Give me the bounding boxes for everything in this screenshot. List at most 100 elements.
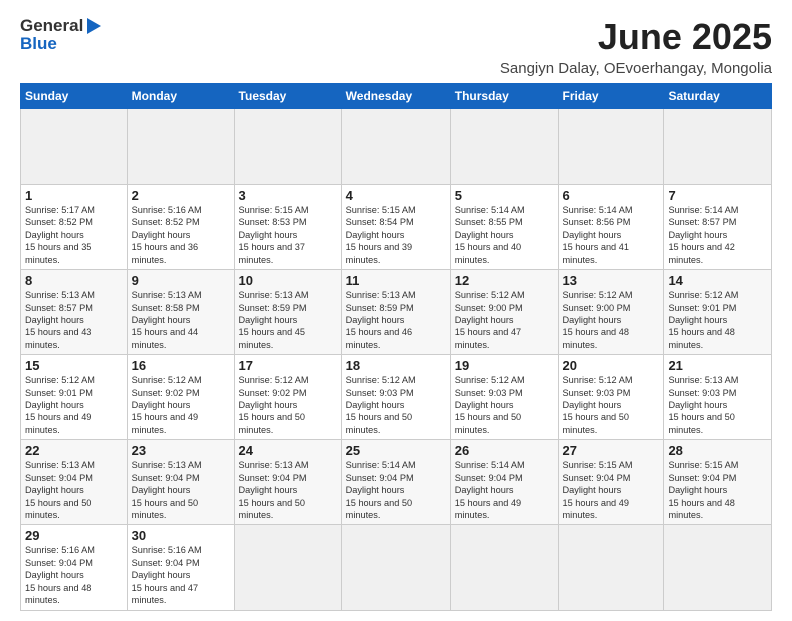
table-row	[341, 109, 450, 185]
table-row	[450, 109, 558, 185]
day-info: Sunrise: 5:14 AMSunset: 8:55 PMDaylight …	[455, 205, 525, 265]
day-info: Sunrise: 5:12 AMSunset: 9:01 PMDaylight …	[668, 290, 738, 350]
logo: General Blue	[20, 16, 101, 54]
day-number: 5	[455, 188, 554, 203]
table-row: 17 Sunrise: 5:12 AMSunset: 9:02 PMDaylig…	[234, 355, 341, 440]
table-row: 24 Sunrise: 5:13 AMSunset: 9:04 PMDaylig…	[234, 440, 341, 525]
table-row: 18 Sunrise: 5:12 AMSunset: 9:03 PMDaylig…	[341, 355, 450, 440]
table-row: 2 Sunrise: 5:16 AMSunset: 8:52 PMDayligh…	[127, 185, 234, 270]
day-info: Sunrise: 5:13 AMSunset: 8:57 PMDaylight …	[25, 290, 95, 350]
table-row	[234, 525, 341, 610]
title-area: June 2025 Sangiyn Dalay, OEvoerhangay, M…	[500, 16, 772, 77]
table-row: 1 Sunrise: 5:17 AMSunset: 8:52 PMDayligh…	[21, 185, 128, 270]
day-number: 6	[563, 188, 660, 203]
day-info: Sunrise: 5:16 AMSunset: 9:04 PMDaylight …	[132, 545, 202, 605]
day-number: 17	[239, 358, 337, 373]
table-row	[664, 525, 772, 610]
table-row: 5 Sunrise: 5:14 AMSunset: 8:55 PMDayligh…	[450, 185, 558, 270]
day-info: Sunrise: 5:15 AMSunset: 9:04 PMDaylight …	[563, 460, 633, 520]
table-row	[450, 525, 558, 610]
table-row: 9 Sunrise: 5:13 AMSunset: 8:58 PMDayligh…	[127, 270, 234, 355]
table-row	[341, 525, 450, 610]
table-row: 7 Sunrise: 5:14 AMSunset: 8:57 PMDayligh…	[664, 185, 772, 270]
day-info: Sunrise: 5:15 AMSunset: 8:54 PMDaylight …	[346, 205, 416, 265]
col-sunday: Sunday	[21, 84, 128, 109]
day-info: Sunrise: 5:14 AMSunset: 8:56 PMDaylight …	[563, 205, 633, 265]
col-monday: Monday	[127, 84, 234, 109]
day-number: 21	[668, 358, 767, 373]
day-info: Sunrise: 5:13 AMSunset: 8:58 PMDaylight …	[132, 290, 202, 350]
day-number: 10	[239, 273, 337, 288]
col-thursday: Thursday	[450, 84, 558, 109]
day-info: Sunrise: 5:14 AMSunset: 8:57 PMDaylight …	[668, 205, 738, 265]
logo-general: General	[20, 16, 83, 36]
day-info: Sunrise: 5:13 AMSunset: 9:03 PMDaylight …	[668, 375, 738, 435]
day-number: 23	[132, 443, 230, 458]
calendar-week-row: 22 Sunrise: 5:13 AMSunset: 9:04 PMDaylig…	[21, 440, 772, 525]
table-row: 6 Sunrise: 5:14 AMSunset: 8:56 PMDayligh…	[558, 185, 664, 270]
day-number: 13	[563, 273, 660, 288]
day-number: 16	[132, 358, 230, 373]
table-row	[558, 109, 664, 185]
table-row: 8 Sunrise: 5:13 AMSunset: 8:57 PMDayligh…	[21, 270, 128, 355]
day-info: Sunrise: 5:12 AMSunset: 9:01 PMDaylight …	[25, 375, 95, 435]
day-number: 24	[239, 443, 337, 458]
main-title: June 2025	[500, 16, 772, 58]
table-row: 25 Sunrise: 5:14 AMSunset: 9:04 PMDaylig…	[341, 440, 450, 525]
calendar-week-row	[21, 109, 772, 185]
table-row: 14 Sunrise: 5:12 AMSunset: 9:01 PMDaylig…	[664, 270, 772, 355]
day-number: 25	[346, 443, 446, 458]
table-row: 30 Sunrise: 5:16 AMSunset: 9:04 PMDaylig…	[127, 525, 234, 610]
day-info: Sunrise: 5:15 AMSunset: 8:53 PMDaylight …	[239, 205, 309, 265]
table-row: 23 Sunrise: 5:13 AMSunset: 9:04 PMDaylig…	[127, 440, 234, 525]
day-info: Sunrise: 5:12 AMSunset: 9:02 PMDaylight …	[132, 375, 202, 435]
day-info: Sunrise: 5:15 AMSunset: 9:04 PMDaylight …	[668, 460, 738, 520]
day-number: 2	[132, 188, 230, 203]
day-number: 1	[25, 188, 123, 203]
table-row: 28 Sunrise: 5:15 AMSunset: 9:04 PMDaylig…	[664, 440, 772, 525]
table-row	[558, 525, 664, 610]
table-row: 3 Sunrise: 5:15 AMSunset: 8:53 PMDayligh…	[234, 185, 341, 270]
day-info: Sunrise: 5:17 AMSunset: 8:52 PMDaylight …	[25, 205, 95, 265]
calendar-week-row: 29 Sunrise: 5:16 AMSunset: 9:04 PMDaylig…	[21, 525, 772, 610]
day-number: 22	[25, 443, 123, 458]
day-info: Sunrise: 5:12 AMSunset: 9:03 PMDaylight …	[455, 375, 525, 435]
col-tuesday: Tuesday	[234, 84, 341, 109]
day-number: 26	[455, 443, 554, 458]
day-number: 4	[346, 188, 446, 203]
day-number: 30	[132, 528, 230, 543]
table-row: 11 Sunrise: 5:13 AMSunset: 8:59 PMDaylig…	[341, 270, 450, 355]
day-info: Sunrise: 5:12 AMSunset: 9:00 PMDaylight …	[563, 290, 633, 350]
day-info: Sunrise: 5:14 AMSunset: 9:04 PMDaylight …	[455, 460, 525, 520]
day-info: Sunrise: 5:12 AMSunset: 9:03 PMDaylight …	[346, 375, 416, 435]
day-number: 29	[25, 528, 123, 543]
day-info: Sunrise: 5:13 AMSunset: 8:59 PMDaylight …	[346, 290, 416, 350]
calendar-header-row: Sunday Monday Tuesday Wednesday Thursday…	[21, 84, 772, 109]
table-row: 22 Sunrise: 5:13 AMSunset: 9:04 PMDaylig…	[21, 440, 128, 525]
table-row	[21, 109, 128, 185]
table-row: 29 Sunrise: 5:16 AMSunset: 9:04 PMDaylig…	[21, 525, 128, 610]
table-row: 15 Sunrise: 5:12 AMSunset: 9:01 PMDaylig…	[21, 355, 128, 440]
table-row	[127, 109, 234, 185]
day-number: 14	[668, 273, 767, 288]
table-row: 12 Sunrise: 5:12 AMSunset: 9:00 PMDaylig…	[450, 270, 558, 355]
table-row: 26 Sunrise: 5:14 AMSunset: 9:04 PMDaylig…	[450, 440, 558, 525]
subtitle: Sangiyn Dalay, OEvoerhangay, Mongolia	[500, 60, 772, 77]
table-row: 16 Sunrise: 5:12 AMSunset: 9:02 PMDaylig…	[127, 355, 234, 440]
logo-arrow-icon	[87, 18, 101, 34]
day-number: 3	[239, 188, 337, 203]
table-row: 19 Sunrise: 5:12 AMSunset: 9:03 PMDaylig…	[450, 355, 558, 440]
day-number: 7	[668, 188, 767, 203]
table-row: 20 Sunrise: 5:12 AMSunset: 9:03 PMDaylig…	[558, 355, 664, 440]
day-info: Sunrise: 5:16 AMSunset: 8:52 PMDaylight …	[132, 205, 202, 265]
calendar-week-row: 15 Sunrise: 5:12 AMSunset: 9:01 PMDaylig…	[21, 355, 772, 440]
day-number: 8	[25, 273, 123, 288]
col-friday: Friday	[558, 84, 664, 109]
page: General Blue June 2025 Sangiyn Dalay, OE…	[0, 0, 792, 621]
table-row: 4 Sunrise: 5:15 AMSunset: 8:54 PMDayligh…	[341, 185, 450, 270]
table-row	[664, 109, 772, 185]
table-row: 21 Sunrise: 5:13 AMSunset: 9:03 PMDaylig…	[664, 355, 772, 440]
day-info: Sunrise: 5:13 AMSunset: 9:04 PMDaylight …	[132, 460, 202, 520]
day-number: 20	[563, 358, 660, 373]
calendar: Sunday Monday Tuesday Wednesday Thursday…	[20, 83, 772, 611]
